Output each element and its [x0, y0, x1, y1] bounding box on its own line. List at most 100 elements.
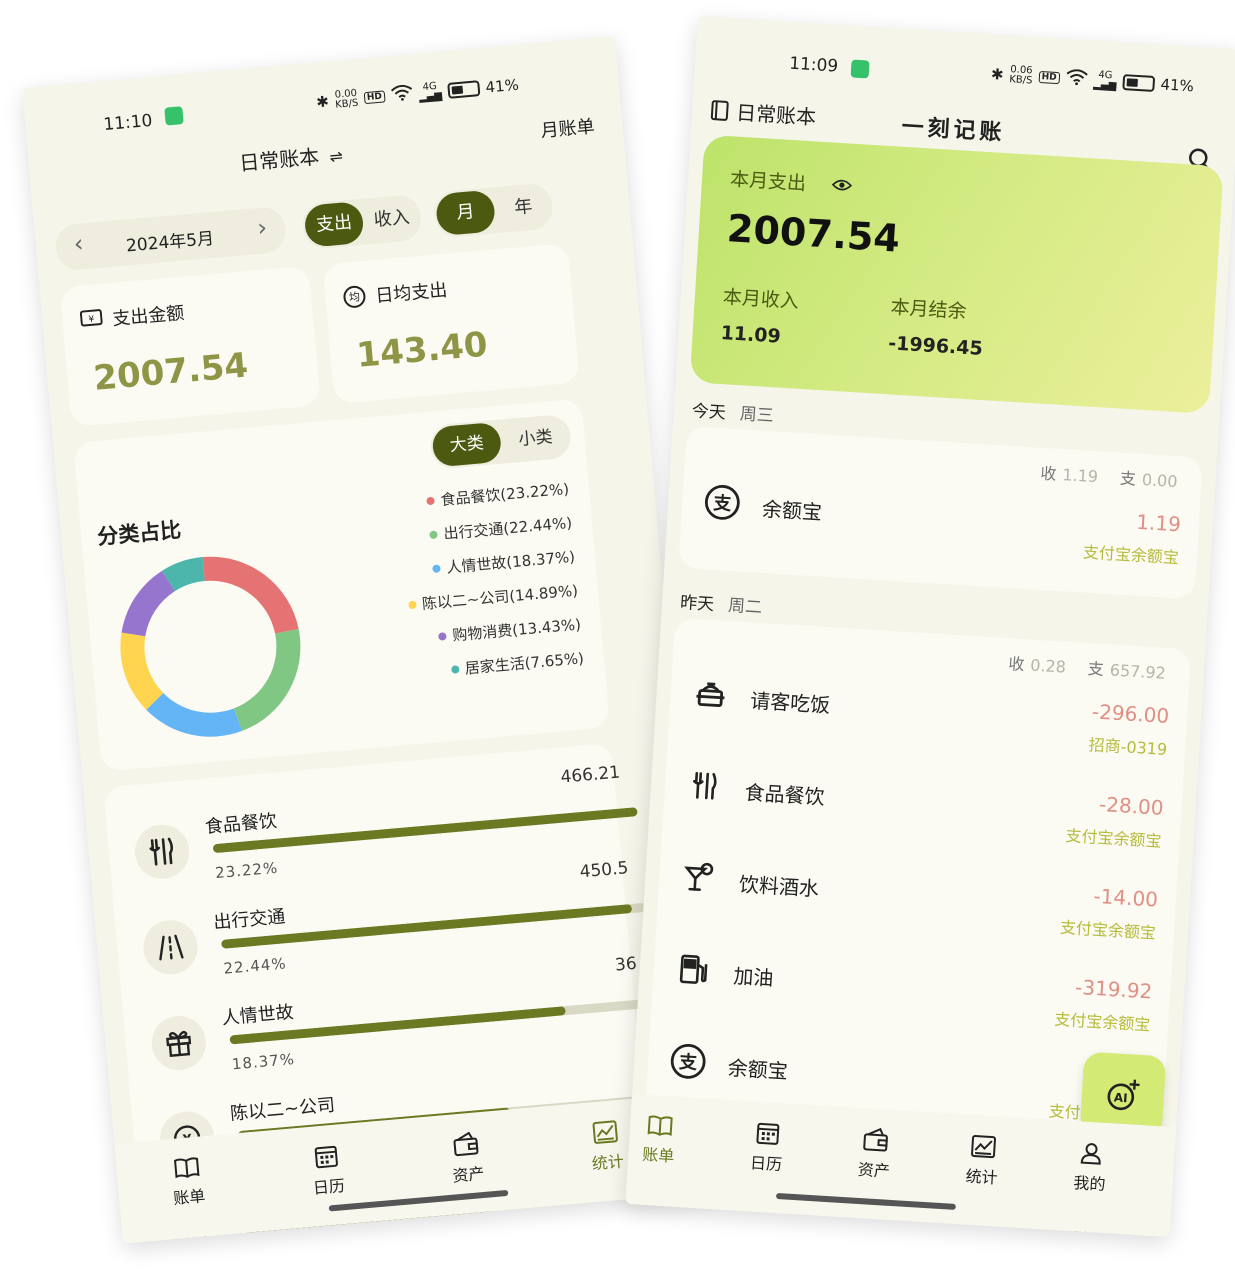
day-header: 昨天 周二 [680, 588, 763, 618]
prev-month-button[interactable]: ‹ [73, 229, 85, 258]
category-amount: 450.5 [578, 858, 630, 883]
transaction-account: 支付宝余额宝 [1059, 917, 1157, 943]
utensils-icon [132, 822, 192, 881]
donut-slice-0[interactable] [202, 549, 299, 639]
income-tab[interactable]: 收入 [363, 196, 420, 243]
average-icon: 均 [342, 284, 367, 309]
category-percent: 22.44% [222, 954, 288, 978]
bluetooth-icon: ✱ [315, 92, 330, 112]
book-selector[interactable]: 日常账本 [709, 95, 817, 130]
day-header: 今天 周三 [691, 396, 774, 426]
legend-dot [407, 600, 417, 609]
tab-book[interactable]: 账单 [625, 1111, 700, 1168]
tab-chart[interactable]: 统计 [941, 1131, 1024, 1190]
balance-label: 本月结余 [889, 296, 968, 323]
transaction-account: 支付宝余额宝 [1065, 825, 1163, 851]
book-selector[interactable]: 日常账本 ⇌ [238, 138, 344, 176]
tab-calendar[interactable]: 日历 [725, 1118, 808, 1177]
legend-label: 出行交通(22.44%) [442, 513, 573, 543]
legend-item: 陈以二~公司(14.89%) [407, 580, 579, 616]
category-percent: 18.37% [231, 1049, 296, 1074]
transaction-list: 今天 周三收 1.19 支 0.00 支余额宝 1.19 支付宝余额宝 昨天 周二收 0.28 支 65… [631, 395, 1219, 1238]
stats-screen: 11:10 ✱ 0.00 KB/S HD 4G ▂▄▆ 41% 日常账本 ⇌ 月账单 [22, 36, 716, 1244]
transaction-name: 请客吃饭 [749, 688, 831, 718]
svg-text:AI: AI [1113, 1090, 1128, 1105]
transaction-amount: -319.92 [1074, 974, 1154, 1004]
cocktail-icon [676, 854, 723, 901]
legend-label: 居家生活(7.65%) [464, 649, 585, 678]
next-month-button[interactable]: › [256, 213, 268, 242]
tab-label: 统计 [591, 1151, 625, 1174]
income-label: 本月收入 [722, 286, 800, 313]
category-name: 陈以二~公司 [229, 1094, 336, 1125]
major-category-tab[interactable]: 大类 [431, 421, 503, 468]
tab-book[interactable]: 账单 [146, 1152, 230, 1211]
category-breakdown-card: 大类 小类 分类占比 食品餐饮(23.22%) 出行交通(22.44%) 人情世故(… [73, 398, 610, 772]
minor-category-tab[interactable]: 小类 [501, 416, 570, 462]
balance-value: -1996.45 [887, 332, 984, 360]
legend-label: 陈以二~公司(14.89%) [421, 581, 579, 614]
fuel-icon [670, 946, 717, 993]
category-amount: 466.21 [559, 762, 621, 788]
legend-item: 食品餐饮(23.22%) [426, 478, 570, 511]
switch-icon: ⇌ [328, 146, 344, 167]
period-toggle: 月 年 [432, 182, 555, 239]
tab-wallet[interactable]: 资产 [425, 1128, 509, 1189]
legend-item: 出行交通(22.44%) [429, 512, 573, 545]
year-tab[interactable]: 年 [495, 184, 552, 231]
transaction-name: 饮料酒水 [738, 872, 820, 901]
battery-icon [1122, 74, 1156, 92]
day-date: 今天 [691, 401, 727, 424]
book-title: 日常账本 [735, 100, 817, 130]
category-name: 出行交通 [212, 906, 287, 934]
tab-label: 我的 [1072, 1173, 1107, 1195]
tab-label: 日历 [312, 1176, 346, 1198]
spend-value: 2007.54 [91, 345, 250, 399]
eye-icon[interactable] [831, 177, 853, 192]
battery-percent: 41% [484, 75, 520, 97]
total-spend-card: ¥ 支出金额 2007.54 [59, 265, 321, 427]
monthly-bill-link[interactable]: 月账单 [539, 112, 596, 143]
category-amount: 36 [614, 953, 638, 976]
expense-tab[interactable]: 支出 [303, 200, 365, 248]
transaction-name: 食品餐饮 [743, 780, 826, 810]
alipay-icon: 支 [665, 1038, 712, 1085]
tab-user[interactable]: 我的 [1049, 1138, 1132, 1197]
donut-slice-1[interactable] [227, 628, 307, 732]
tab-label: 账单 [641, 1144, 675, 1166]
category-level-toggle: 大类 小类 [428, 413, 573, 470]
bluetooth-icon: ✱ [990, 65, 1005, 84]
money-icon: ¥ [79, 306, 103, 333]
net-speed: 0.06 KB/S [1008, 64, 1033, 87]
transaction-amount: -14.00 [1092, 883, 1159, 912]
legend-dot [426, 496, 435, 505]
category-name: 食品餐饮 [204, 810, 278, 838]
tab-label: 资产 [857, 1159, 891, 1181]
status-bar: 11:09 ✱ 0.06 KB/S HD 4G ▂▄▆ 41% [694, 16, 1235, 109]
hd-icon: HD [1038, 70, 1060, 85]
category-name: 人情世故 [220, 1001, 295, 1030]
svg-text:支: 支 [712, 492, 733, 515]
day-weekday: 周三 [739, 404, 775, 427]
pot-icon [687, 671, 734, 718]
book-icon [710, 99, 729, 121]
month-tab[interactable]: 月 [434, 189, 497, 237]
type-toggle: 支出 收入 [301, 193, 423, 250]
date-navigator: ‹ 2024年5月 › [54, 205, 288, 272]
book-title: 日常账本 [238, 144, 321, 176]
battery-percent: 41% [1159, 75, 1195, 96]
legend-dot [450, 664, 460, 674]
transaction-name: 余额宝 [727, 1055, 789, 1084]
legend-dot [429, 529, 438, 539]
tab-label: 统计 [965, 1166, 999, 1188]
day-weekday: 周二 [727, 595, 763, 618]
monthly-summary-card: 本月支出 2007.54 本月收入 11.09 本月结余 -1996.45 [689, 134, 1224, 414]
tab-wallet[interactable]: 资产 [833, 1125, 916, 1184]
screenshot-stage: 11:10 ✱ 0.00 KB/S HD 4G ▂▄▆ 41% 日常账本 ⇌ 月账单 [0, 0, 1235, 1280]
tab-calendar[interactable]: 日历 [285, 1140, 369, 1201]
utensils-icon [682, 763, 729, 810]
road-icon [141, 918, 200, 977]
chart-legend: 食品餐饮(23.22%) 出行交通(22.44%) 人情世故(18.37%) 陈以二~… [309, 478, 586, 710]
wifi-icon [1065, 69, 1088, 90]
legend-label: 人情世故(18.37%) [445, 547, 576, 577]
